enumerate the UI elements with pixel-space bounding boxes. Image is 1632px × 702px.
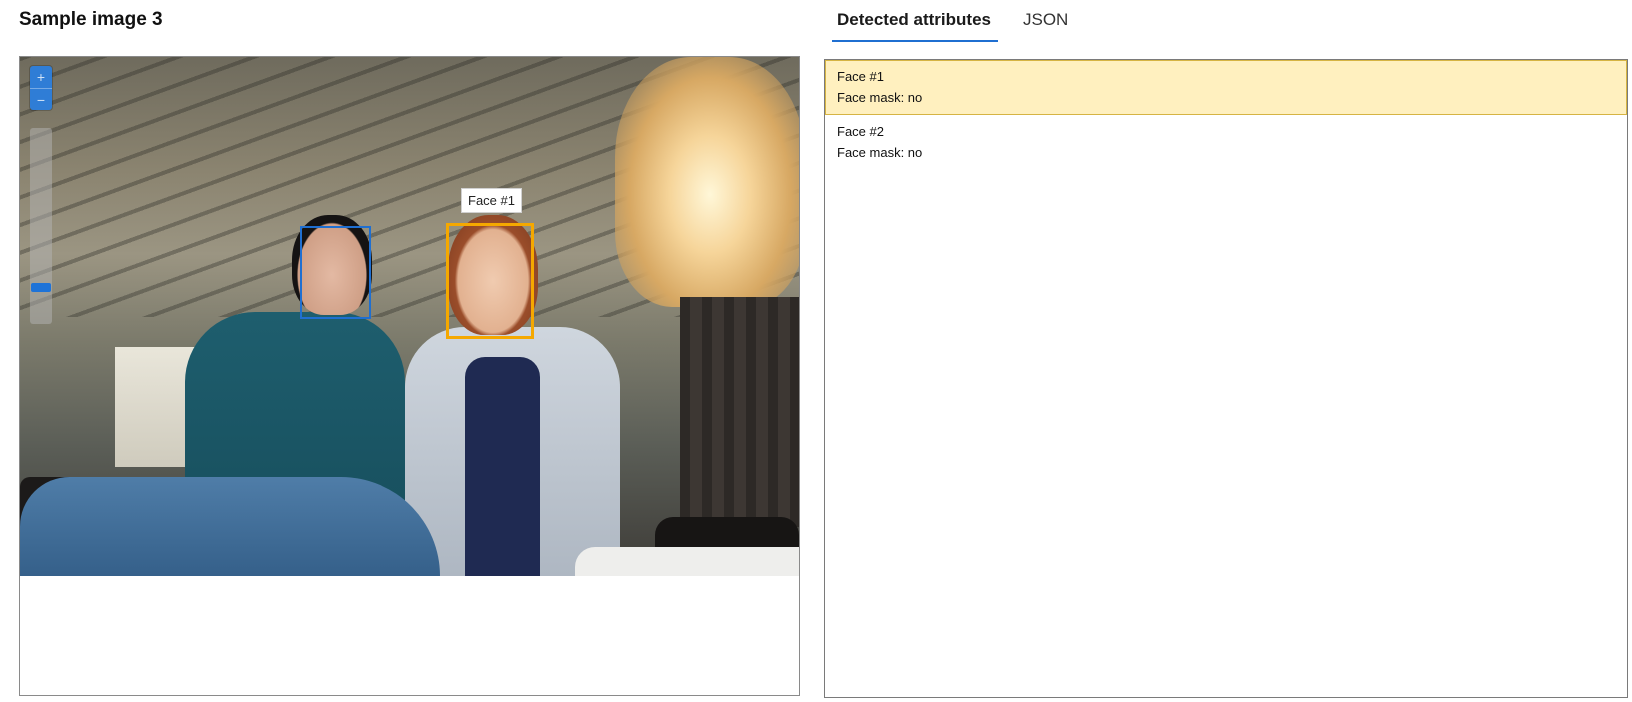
plus-icon: + — [36, 69, 46, 85]
face-name: Face #1 — [837, 69, 884, 84]
minus-icon: − — [36, 92, 46, 108]
zoom-slider[interactable] — [30, 128, 52, 324]
face-list-item-1[interactable]: Face #1 Face mask: no — [825, 60, 1627, 115]
page-title: Sample image 3 — [19, 9, 163, 30]
tab-json[interactable]: JSON — [1021, 10, 1070, 30]
zoom-controls: + − — [30, 66, 52, 110]
face-box-1[interactable] — [446, 223, 534, 339]
zoom-slider-thumb[interactable] — [31, 283, 51, 292]
zoom-out-button[interactable]: − — [30, 88, 52, 111]
sample-photo: Face #1 — [20, 57, 799, 576]
face-attribute: Face mask: no — [837, 145, 923, 160]
chandelier-shape — [615, 57, 799, 307]
face-box-2[interactable] — [300, 226, 371, 319]
image-viewer[interactable]: Face #1 + − — [19, 56, 800, 696]
zoom-in-button[interactable]: + — [30, 66, 52, 88]
detected-attributes-panel: Face #1 Face mask: no Face #2 Face mask:… — [824, 59, 1628, 698]
face-list-item-2[interactable]: Face #2 Face mask: no — [825, 115, 1627, 170]
face-attribute: Face mask: no — [837, 90, 923, 105]
tab-detected-attributes[interactable]: Detected attributes — [832, 10, 998, 42]
face-tooltip: Face #1 — [461, 188, 522, 213]
face-name: Face #2 — [837, 124, 884, 139]
